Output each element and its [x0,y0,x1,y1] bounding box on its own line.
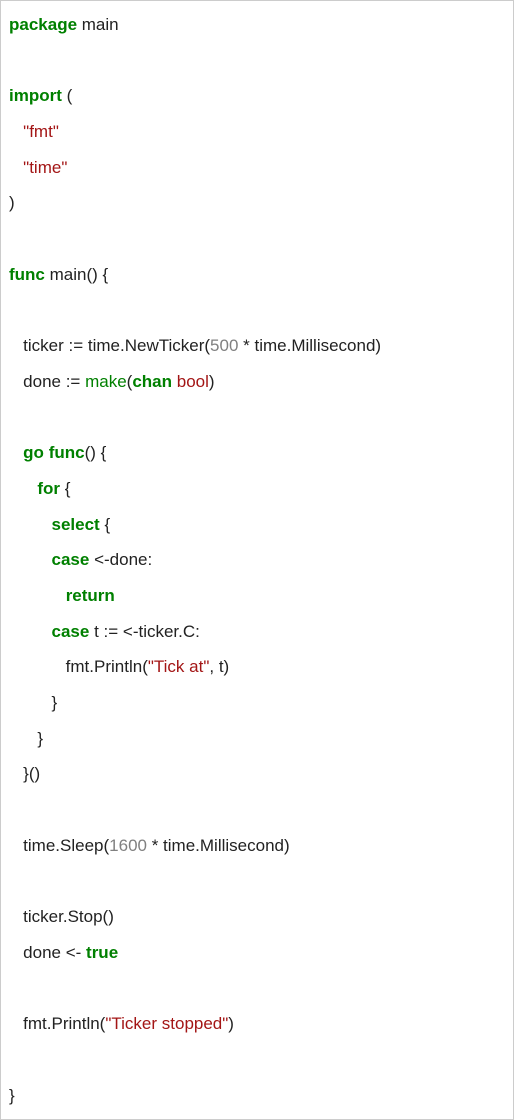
indent [9,586,66,605]
sleep-call-a: time.Sleep( [9,836,109,855]
keyword-package: package [9,15,77,34]
builtin-make: make [85,372,127,391]
println-call-c: , t) [209,657,229,676]
string-fmt: "fmt" [23,122,59,141]
ident-main: main [77,15,119,34]
indent [9,122,23,141]
indent [9,479,37,498]
keyword-case: case [52,622,90,641]
line-done-decl-a: done := [9,372,85,391]
indent [9,550,52,569]
indent [9,158,23,177]
anon-func-close: }() [9,764,40,783]
number-1600: 1600 [109,836,147,855]
line-ticker-decl-c: * time.Millisecond) [238,336,381,355]
indent [9,443,23,462]
done-send-a: done <- [9,943,86,962]
type-bool: bool [177,372,209,391]
paren-close: ) [9,193,15,212]
keyword-chan: chan [132,372,172,391]
case-done: <-done: [89,550,152,569]
indent [9,622,52,641]
line-ticker-decl-a: ticker := time.NewTicker( [9,336,210,355]
paren-open: ( [62,86,72,105]
println-stopped-a: fmt.Println( [9,1014,105,1033]
paren: ) [209,372,215,391]
string-ticker-stopped: "Ticker stopped" [105,1014,228,1033]
keyword-true: true [86,943,118,962]
brace: { [60,479,70,498]
string-tick-at: "Tick at" [148,657,210,676]
ticker-stop: ticker.Stop() [9,907,114,926]
keyword-select: select [52,515,100,534]
keyword-case: case [52,550,90,569]
println-stopped-c: ) [228,1014,234,1033]
println-call-a: fmt.Println( [9,657,148,676]
brace-close-main: } [9,1086,15,1105]
keyword-for: for [37,479,60,498]
case-ticker: t := <-ticker.C: [89,622,200,641]
keyword-return: return [66,586,115,605]
indent [9,515,52,534]
go-code-block: package main import ( "fmt" "time" ) fun… [0,0,514,1120]
number-500: 500 [210,336,238,355]
string-time: "time" [23,158,67,177]
keyword-import: import [9,86,62,105]
anon-func-sig: () { [85,443,107,462]
brace: { [100,515,110,534]
func-main-sig: main() { [45,265,108,284]
brace-close: } [9,693,57,712]
sleep-call-c: * time.Millisecond) [147,836,290,855]
brace-close: } [9,729,43,748]
keyword-func: func [9,265,45,284]
keyword-go: go [23,443,44,462]
keyword-func: func [49,443,85,462]
